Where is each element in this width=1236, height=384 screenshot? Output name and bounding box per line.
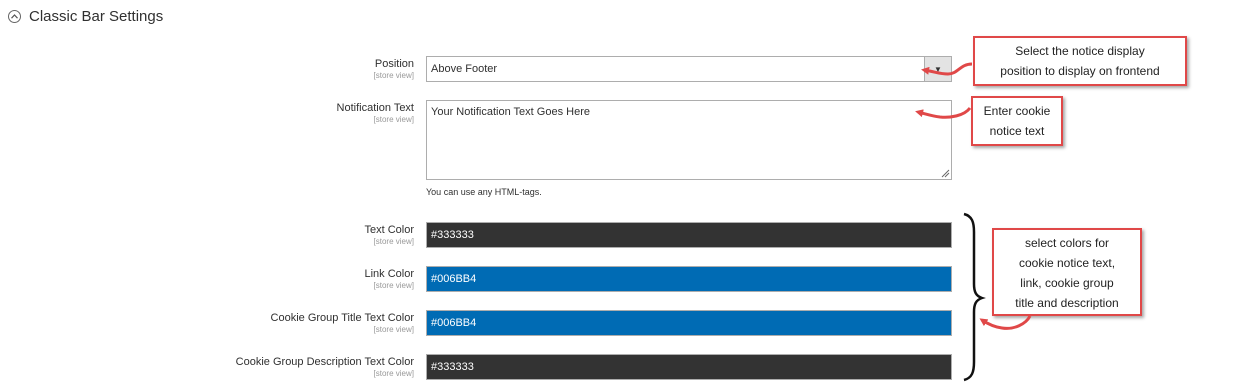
callout-notification: Enter cookie notice text [971, 96, 1063, 146]
cookie-group-title-color-scope: [store view] [373, 325, 414, 334]
arrow-colors [979, 315, 1032, 330]
cookie-group-title-color-label: Cookie Group Title Text Color [270, 312, 414, 324]
callout-position-line1: Select the notice display [1015, 44, 1145, 58]
text-color-label: Text Color [364, 224, 414, 236]
link-color-label: Link Color [364, 268, 414, 280]
cookie-group-description-color-label: Cookie Group Description Text Color [235, 356, 414, 368]
chevron-up-circle-icon [8, 9, 21, 23]
callout-colors-line2: cookie notice text, [1018, 256, 1116, 270]
cookie-group-title-color-input[interactable]: #006BB4 [426, 310, 952, 336]
link-color-label-group: Link Color [store view] [364, 268, 414, 291]
cookie-group-title-color-value: #006BB4 [431, 317, 477, 329]
position-scope: [store view] [373, 71, 414, 80]
brace-icon [963, 212, 986, 382]
text-color-value: #333333 [431, 229, 474, 241]
link-color-scope: [store view] [373, 281, 414, 290]
notification-text-scope: [store view] [373, 115, 414, 124]
link-color-input[interactable]: #006BB4 [426, 266, 952, 292]
select-dropdown-button[interactable]: ▼ [924, 57, 951, 81]
cookie-group-description-color-label-group: Cookie Group Description Text Color [sto… [236, 356, 414, 379]
resize-grip-icon[interactable] [941, 169, 950, 178]
link-color-value: #006BB4 [431, 273, 477, 285]
callout-position-line2: position to display on frontend [1000, 64, 1160, 78]
position-select-value: Above Footer [431, 63, 498, 75]
cookie-group-title-color-label-group: Cookie Group Title Text Color [store vie… [271, 312, 414, 335]
callout-notification-line2: notice text [989, 124, 1045, 138]
section-toggle[interactable]: Classic Bar Settings [8, 5, 163, 27]
callout-position: Select the notice display position to di… [973, 36, 1187, 86]
text-color-scope: [store view] [373, 237, 414, 246]
notification-label-group: Notification Text [store view] [337, 102, 414, 125]
cookie-group-description-color-scope: [store view] [373, 369, 414, 378]
text-color-input[interactable]: #333333 [426, 222, 952, 248]
caret-down-icon: ▼ [934, 64, 942, 74]
callout-colors-line1: select colors for [1024, 236, 1110, 250]
callout-colors: select colors for cookie notice text, li… [992, 228, 1142, 316]
callout-colors-line4: title and description [1015, 296, 1119, 310]
position-label-group: Position [store view] [374, 58, 414, 81]
section-title: Classic Bar Settings [29, 7, 164, 25]
notification-text-label: Notification Text [336, 102, 414, 114]
callout-colors-line3: link, cookie group [1020, 276, 1114, 290]
notification-text-value: Your Notification Text Goes Here [431, 106, 590, 118]
notification-text-field[interactable]: Your Notification Text Goes Here [426, 100, 952, 180]
callout-notification-line1: Enter cookie [983, 104, 1051, 118]
text-color-label-group: Text Color [store view] [364, 224, 414, 247]
position-label: Position [374, 58, 414, 70]
cookie-group-description-color-value: #333333 [431, 361, 474, 373]
position-select[interactable]: Above Footer ▼ [426, 56, 952, 82]
notification-text-note: You can use any HTML-tags. [426, 187, 542, 197]
cookie-group-description-color-input[interactable]: #333333 [426, 354, 952, 380]
